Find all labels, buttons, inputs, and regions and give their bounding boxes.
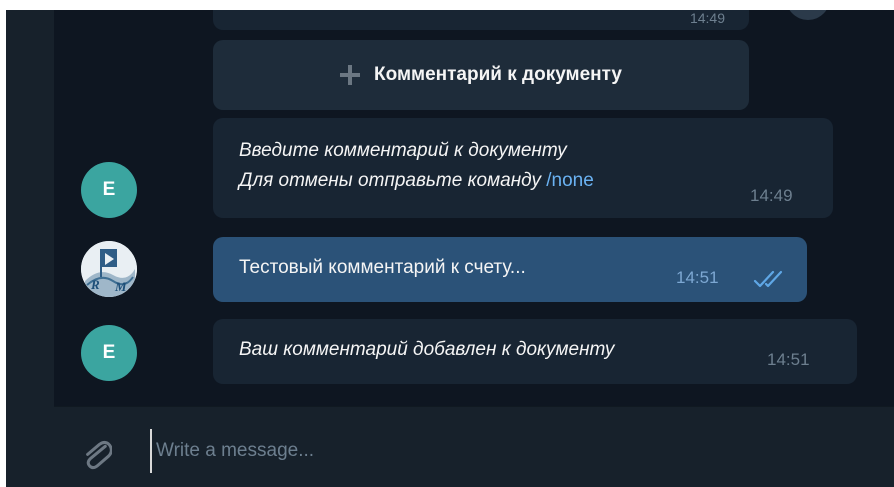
telegram-window: 14:49 Комментарий к документу Введите ко… xyxy=(6,10,894,487)
previous-message-bubble: 14:49 xyxy=(213,10,749,30)
chat-list-edge xyxy=(6,10,54,487)
paperclip-icon[interactable] xyxy=(82,435,112,471)
message-line-text: Для отмены отправьте команду xyxy=(239,170,541,191)
message-time: 14:51 xyxy=(676,268,719,287)
avatar[interactable]: R M xyxy=(81,241,137,297)
svg-text:M: M xyxy=(114,279,127,294)
message-bubble[interactable]: Тестовый комментарий к счету... 14:51 xyxy=(213,237,807,302)
avatar[interactable] xyxy=(786,10,830,20)
plus-icon xyxy=(340,65,361,85)
message-text: Тестовый комментарий к счету... xyxy=(239,257,526,278)
message-time: 14:49 xyxy=(750,186,793,205)
message-line: Для отмены отправьте команду /none xyxy=(239,166,594,196)
rm-logo-icon: R M xyxy=(81,241,137,297)
inline-button-label: Комментарий к документу xyxy=(374,64,622,85)
message-time: 14:49 xyxy=(689,10,725,26)
avatar-letter: E xyxy=(102,179,116,200)
avatar-letter: E xyxy=(102,342,116,363)
message-line: Введите комментарий к документу xyxy=(239,140,567,161)
command-link[interactable]: /none xyxy=(546,170,594,191)
message-bubble[interactable]: Введите комментарий к документу Для отме… xyxy=(213,118,833,218)
chat-history[interactable]: 14:49 Комментарий к документу Введите ко… xyxy=(54,10,894,406)
inline-button-add-comment[interactable]: Комментарий к документу xyxy=(213,40,749,110)
avatar[interactable]: E xyxy=(81,162,137,218)
svg-text:R: R xyxy=(90,277,100,292)
avatar[interactable]: E xyxy=(81,325,137,381)
message-text: Ваш комментарий добавлен к документу xyxy=(239,339,615,360)
message-time: 14:51 xyxy=(767,350,810,369)
message-bubble[interactable]: Ваш комментарий добавлен к документу 14:… xyxy=(213,319,857,384)
message-text: Введите комментарий к документу Для отме… xyxy=(239,136,594,196)
message-input[interactable] xyxy=(150,429,716,473)
message-composer xyxy=(54,406,894,487)
double-check-icon xyxy=(753,270,783,288)
